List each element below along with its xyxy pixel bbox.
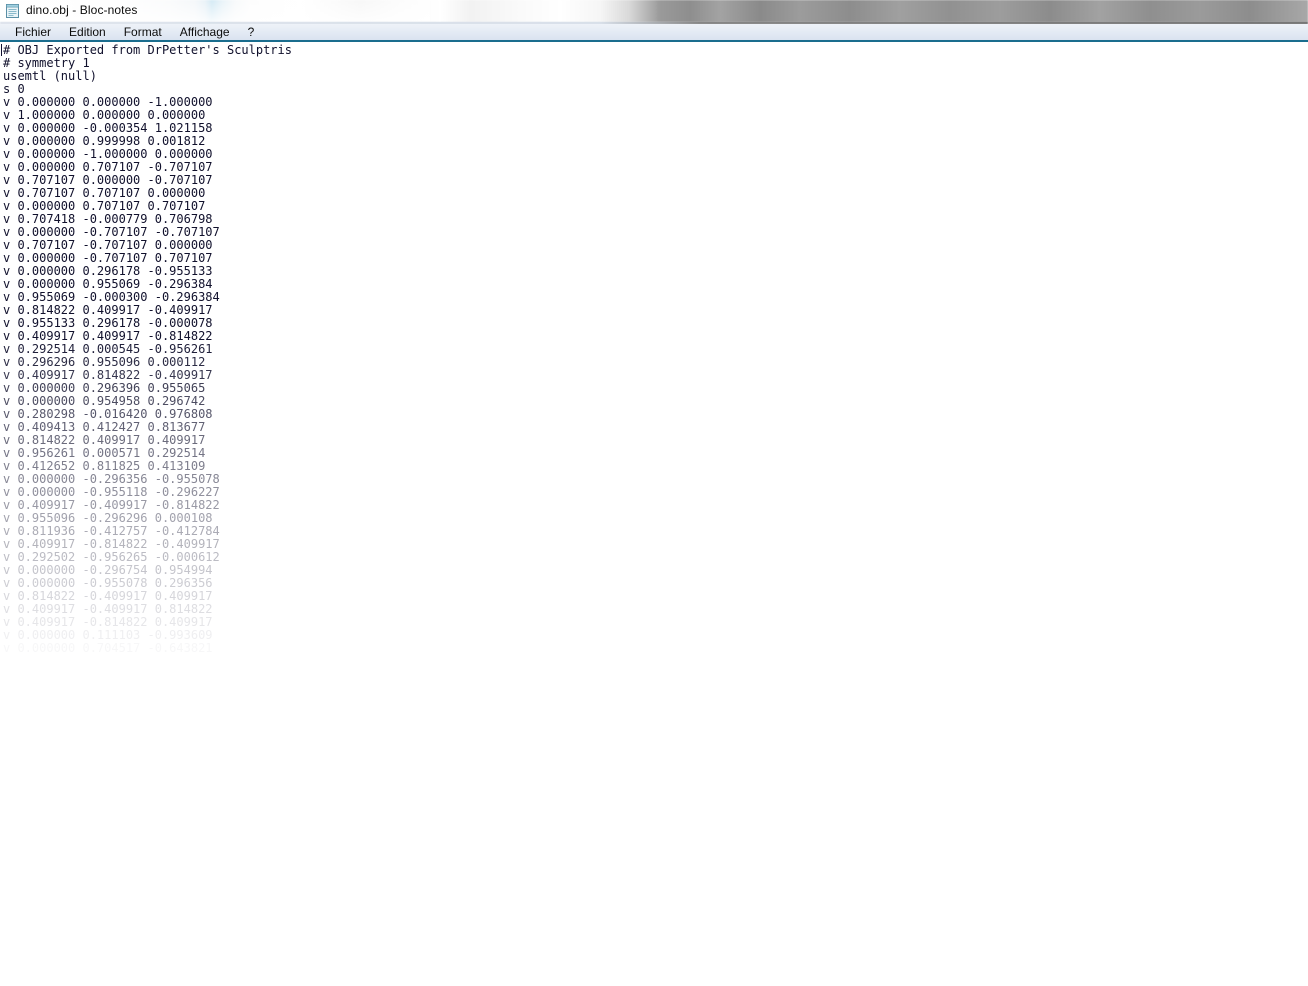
menu-item-format[interactable]: Format xyxy=(115,25,171,40)
menu-item-fichier[interactable]: Fichier xyxy=(6,25,60,40)
document-line: usemtl (null) xyxy=(3,69,97,83)
menu-item-affichage[interactable]: Affichage xyxy=(171,25,239,40)
document-line: v 0.000000 0.112147 -0.112206 xyxy=(3,667,213,681)
text-caret xyxy=(1,44,2,56)
menu-item-edition[interactable]: Edition xyxy=(60,25,115,40)
text-editor-area[interactable]: # OBJ Exported from DrPetter's Sculptris… xyxy=(0,44,1308,986)
menu-bar: Fichier Edition Format Affichage ? xyxy=(0,24,1308,42)
menu-bar-items: Fichier Edition Format Affichage ? xyxy=(6,25,263,40)
notepad-icon xyxy=(6,4,19,18)
document-lines: # OBJ Exported from DrPetter's Sculptris… xyxy=(3,44,292,681)
window-title: dino.obj - Bloc-notes xyxy=(26,3,138,17)
menu-item-help[interactable]: ? xyxy=(239,25,264,40)
